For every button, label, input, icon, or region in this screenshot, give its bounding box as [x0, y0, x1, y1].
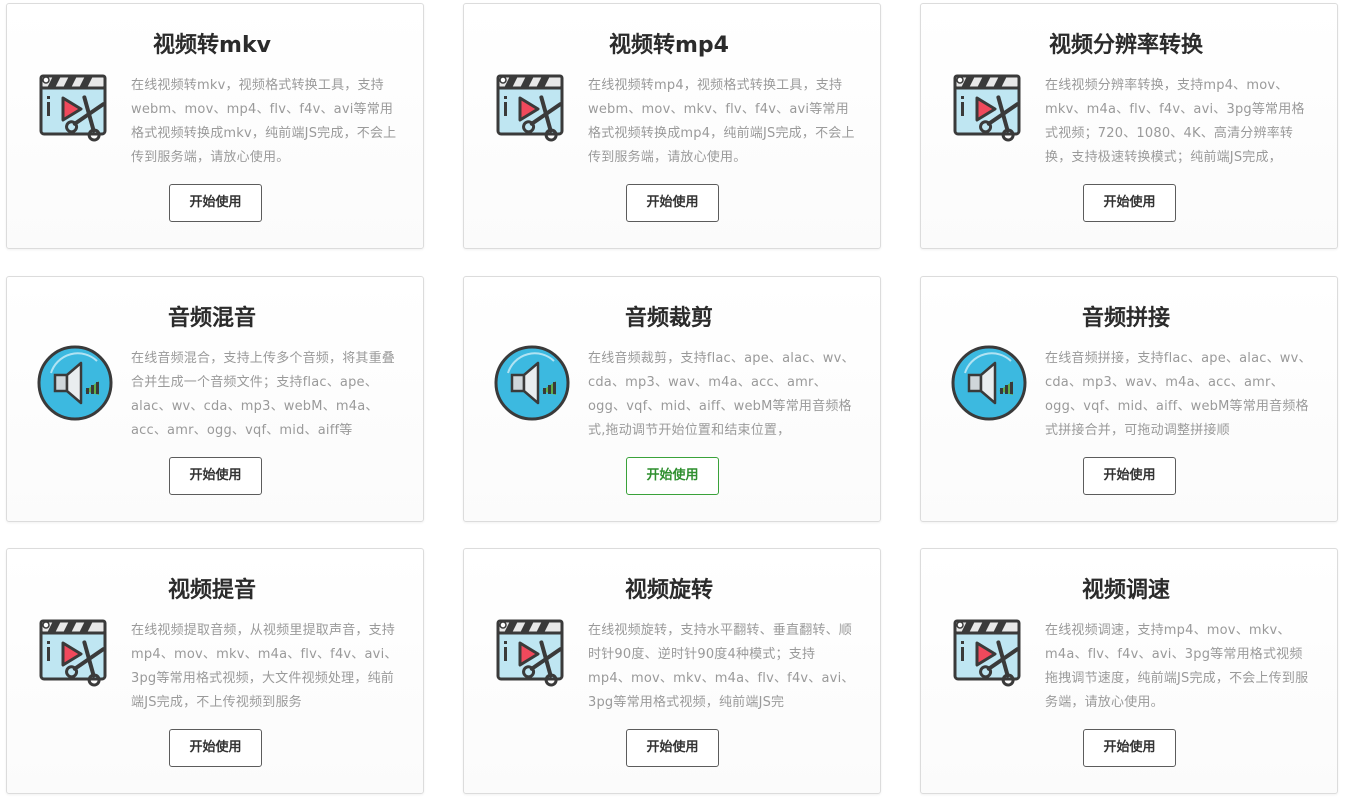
card-description: 在线视频调速，支持mp4、mov、mkv、m4a、flv、f4v、avi、3pg…: [1045, 623, 1309, 710]
card-title: 音频裁剪: [624, 306, 713, 331]
start-button[interactable]: 开始使用: [626, 729, 719, 767]
video-scissors-icon: [37, 70, 115, 150]
tool-card-video-extract-audio[interactable]: 视频提音 在线视频提取音频，从视频里提取声音，支持mp4、mov、mkv、m4a…: [6, 548, 424, 794]
card-title: 音频拼接: [1081, 306, 1170, 331]
tool-grid: 视频转mkv 在线视频转mkv，视频格式转换工具，支持webm、mov、mp4、…: [0, 0, 1347, 797]
tool-card-video-rotate[interactable]: 视频旋转 在线视频旋转，支持水平翻转、垂直翻转、顺时针90度、逆时针90度4种模…: [463, 548, 881, 794]
start-button[interactable]: 开始使用: [1083, 184, 1176, 222]
tool-card-audio-join[interactable]: 音频拼接 在线音频拼接，支持flac、ape、alac、wv、cda、mp3、w…: [920, 276, 1338, 522]
card-description: 在线音频拼接，支持flac、ape、alac、wv、cda、mp3、wav、m4…: [1045, 351, 1312, 438]
card-title: 音频混音: [167, 306, 256, 331]
card-description: 在线音频混合，支持上传多个音频，将其重叠合并生成一个音频文件；支持flac、ap…: [131, 351, 396, 438]
start-button[interactable]: 开始使用: [1083, 457, 1176, 495]
card-description: 在线音频裁剪，支持flac、ape、alac、wv、cda、mp3、wav、m4…: [588, 351, 855, 438]
card-description: 在线视频转mkv，视频格式转换工具，支持webm、mov、mp4、flv、f4v…: [131, 78, 397, 165]
video-scissors-icon: [494, 70, 572, 150]
tool-card-video-to-mkv[interactable]: 视频转mkv 在线视频转mkv，视频格式转换工具，支持webm、mov、mp4、…: [6, 3, 424, 249]
card-title: 视频转mkv: [153, 33, 271, 58]
tool-card-video-speed[interactable]: 视频调速 在线视频调速，支持mp4、mov、mkv、m4a、flv、f4v、av…: [920, 548, 1338, 794]
video-scissors-icon: [494, 615, 572, 695]
start-button[interactable]: 开始使用: [169, 457, 262, 495]
audio-speaker-icon: [494, 343, 572, 423]
start-button[interactable]: 开始使用: [1083, 729, 1176, 767]
card-title: 视频调速: [1081, 578, 1170, 603]
audio-speaker-icon: [951, 343, 1029, 423]
tool-card-video-to-mp4[interactable]: 视频转mp4 在线视频转mp4，视频格式转换工具，支持webm、mov、mkv、…: [463, 3, 881, 249]
start-button[interactable]: 开始使用: [169, 729, 262, 767]
tool-card-audio-cut[interactable]: 音频裁剪 在线音频裁剪，支持flac、ape、alac、wv、cda、mp3、w…: [463, 276, 881, 522]
card-description: 在线视频转mp4，视频格式转换工具，支持webm、mov、mkv、flv、f4v…: [588, 78, 855, 165]
start-button[interactable]: 开始使用: [169, 184, 262, 222]
start-button[interactable]: 开始使用: [626, 184, 719, 222]
card-description: 在线视频分辨率转换，支持mp4、mov、mkv、m4a、flv、f4v、avi、…: [1045, 78, 1305, 165]
video-scissors-icon: [951, 70, 1029, 150]
audio-speaker-icon: [37, 343, 115, 423]
card-title: 视频提音: [167, 578, 256, 603]
card-title: 视频分辨率转换: [1048, 33, 1203, 58]
card-title: 视频转mp4: [609, 33, 729, 58]
video-scissors-icon: [37, 615, 115, 695]
tool-card-video-resolution[interactable]: 视频分辨率转换 在线视频分辨率转换，支持mp4、mov、mkv、m4a、flv、…: [920, 3, 1338, 249]
video-scissors-icon: [951, 615, 1029, 695]
start-button[interactable]: 开始使用: [626, 457, 719, 495]
card-title: 视频旋转: [624, 578, 713, 603]
tool-card-audio-mix[interactable]: 音频混音 在线音频混合，支持上传多个音频，将其重叠合并生成一个音频文件；支持fl…: [6, 276, 424, 522]
card-description: 在线视频旋转，支持水平翻转、垂直翻转、顺时针90度、逆时针90度4种模式；支持m…: [588, 623, 855, 710]
card-description: 在线视频提取音频，从视频里提取声音，支持mp4、mov、mkv、m4a、flv、…: [131, 623, 398, 710]
